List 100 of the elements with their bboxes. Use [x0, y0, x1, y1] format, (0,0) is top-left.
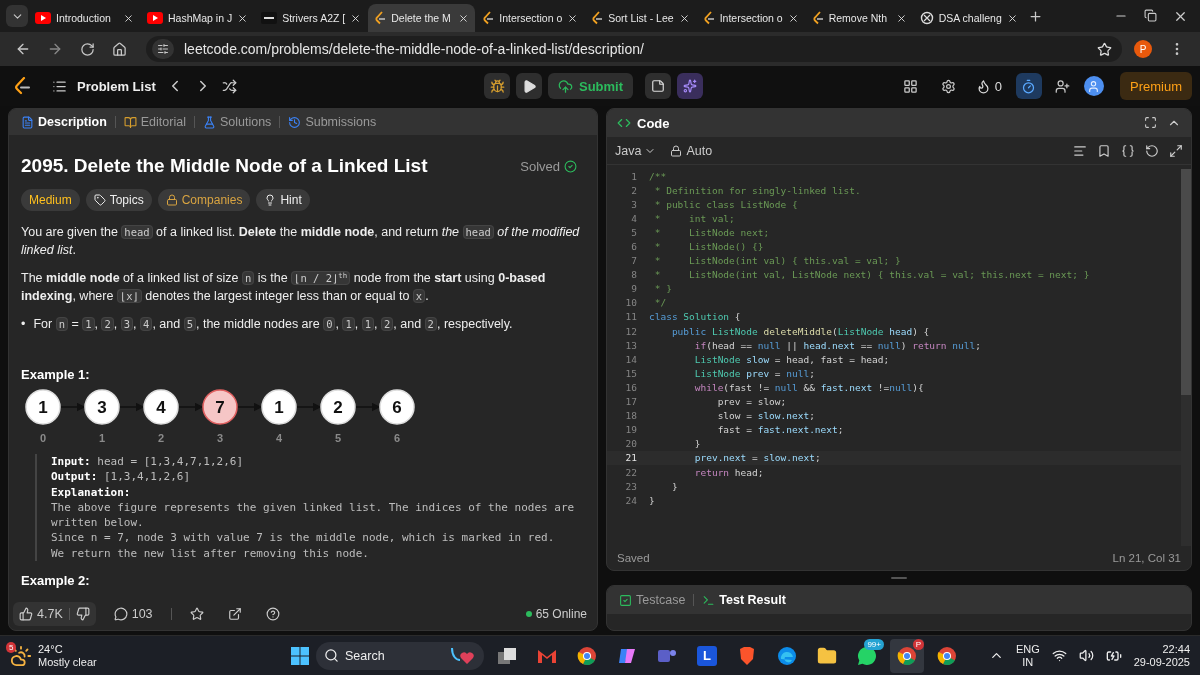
close-icon[interactable] [458, 12, 470, 24]
tab-list-button[interactable] [6, 5, 28, 27]
browser-tab[interactable]: HashMap in J [141, 4, 255, 32]
code-line: ListNode slow = head, fast = head; [693, 353, 890, 365]
close-icon[interactable] [567, 12, 579, 24]
lock-icon [165, 194, 178, 206]
browser-tab[interactable]: Delete the M [368, 4, 476, 32]
line-number: 14 [624, 353, 637, 365]
address-bar[interactable]: leetcode.com/problems/delete-the-middle-node-of-a-linked-list/description/ [146, 36, 1122, 62]
clock[interactable]: 22:44 29-09-2025 [1133, 642, 1190, 669]
close-icon[interactable] [1006, 12, 1018, 24]
cloud-upload-icon [558, 78, 573, 94]
help-icon [265, 607, 280, 621]
tag-pill[interactable]: Topics [85, 189, 152, 211]
line-number: 2 [630, 184, 637, 196]
site-settings-button[interactable] [152, 39, 174, 59]
close-icon[interactable] [895, 12, 907, 24]
wifi-icon[interactable] [1051, 648, 1067, 663]
tag-pill[interactable]: Hint [256, 189, 310, 211]
browser-tab[interactable]: Introduction [29, 4, 140, 32]
code-line: prev = slow; [716, 396, 787, 408]
reset-icon[interactable] [1145, 143, 1159, 158]
volume-icon[interactable] [1078, 648, 1094, 663]
line-number: 18 [624, 410, 637, 422]
weather-icon[interactable] [10, 644, 32, 667]
ai-button[interactable] [677, 73, 704, 99]
leetcode-logo-icon[interactable] [14, 77, 30, 95]
panel-tab[interactable]: Submissions [286, 115, 379, 129]
browser-icon [937, 645, 957, 666]
browser-tab[interactable]: Sort List - Lee [585, 4, 696, 32]
submit-button[interactable]: Submit [548, 73, 634, 99]
arrow [59, 402, 86, 412]
play-icon [147, 12, 163, 24]
code-line: public ListNode deleteMiddle(ListNode head) { [670, 325, 930, 337]
restore-icon[interactable] [1144, 8, 1157, 22]
streak-counter[interactable]: 0 [969, 78, 1008, 94]
browser-tab[interactable]: Intersection o [696, 4, 805, 32]
lightbulb-icon [264, 194, 277, 206]
browser-tab[interactable]: DSA challeng [913, 4, 1024, 32]
close-icon[interactable] [350, 12, 362, 24]
start-icon[interactable] [290, 645, 310, 666]
browser-tab[interactable]: Intersection o [476, 4, 585, 32]
close-icon[interactable] [787, 12, 799, 24]
user-avatar[interactable] [1084, 76, 1104, 96]
taskbar-app[interactable]: L [690, 638, 724, 673]
expand-icon[interactable] [1169, 143, 1183, 158]
line-number: 6 [630, 241, 637, 252]
line-number: 20 [624, 438, 637, 450]
flame-icon [975, 78, 991, 94]
bookmark-star-icon[interactable] [1097, 41, 1112, 57]
flask-icon [202, 115, 216, 129]
problem-list-link[interactable]: Problem List [77, 78, 156, 94]
premium-button[interactable]: Premium [1120, 72, 1192, 100]
taskbar-search[interactable]: Search [316, 641, 484, 670]
run-button[interactable] [516, 73, 542, 99]
debug-button[interactable] [484, 73, 510, 99]
panel-tab[interactable]: Description [19, 115, 109, 129]
timer-button[interactable] [1016, 73, 1042, 99]
language-indicator[interactable]: ENG IN [1015, 642, 1040, 669]
panel-tab[interactable]: Testcase [617, 593, 688, 607]
tag-pill[interactable]: Medium [21, 189, 80, 211]
close-icon[interactable] [237, 12, 249, 24]
format-icon[interactable] [1073, 143, 1087, 158]
code-line: * Definition for singly-linked list. [653, 184, 861, 196]
checkbox-icon [619, 593, 632, 607]
arrow [177, 402, 204, 412]
scrollbar[interactable] [1181, 169, 1191, 546]
taskbar-app[interactable]: P [890, 638, 924, 673]
resize-handle[interactable] [891, 577, 907, 579]
tag-pill[interactable]: Companies [157, 189, 251, 211]
profile-avatar[interactable]: P [1134, 40, 1152, 58]
language-dropdown[interactable]: Java [615, 143, 657, 158]
code-line: * int val; [653, 212, 735, 224]
braces-icon[interactable] [1121, 143, 1135, 158]
panel-tab[interactable]: Test Result [700, 593, 788, 607]
panel-tab[interactable]: Solutions [200, 115, 274, 129]
auto-mode[interactable]: Auto [670, 143, 713, 158]
browser-tab[interactable]: Remove Nth [805, 4, 913, 32]
bookmark-icon[interactable] [1097, 143, 1111, 158]
leetcode-icon [374, 11, 387, 25]
code-line: * ListNode(int val) { this.val = val; } [653, 255, 901, 267]
list-node: 1 [25, 389, 61, 425]
line-number: 24 [624, 494, 637, 506]
close-icon[interactable] [123, 12, 134, 24]
code-line: } [649, 494, 655, 506]
browser-tab[interactable]: Strivers A2Z [ [255, 4, 368, 32]
terminal-icon [702, 593, 716, 607]
code-line: } [670, 480, 678, 492]
note-button[interactable] [645, 73, 672, 99]
close-icon[interactable] [678, 12, 690, 24]
line-number: 7 [630, 255, 637, 267]
node-index: 3 [216, 432, 224, 444]
leetcode-icon [482, 11, 495, 25]
comments-button[interactable]: 103 [107, 602, 159, 626]
layout-icon[interactable] [902, 78, 918, 94]
shuffle-icon[interactable] [221, 78, 237, 94]
home-icon [111, 41, 127, 57]
sliders-icon [157, 43, 169, 55]
fullscreen-icon[interactable] [1144, 116, 1157, 129]
panel-tab[interactable]: Editorial [121, 115, 188, 129]
